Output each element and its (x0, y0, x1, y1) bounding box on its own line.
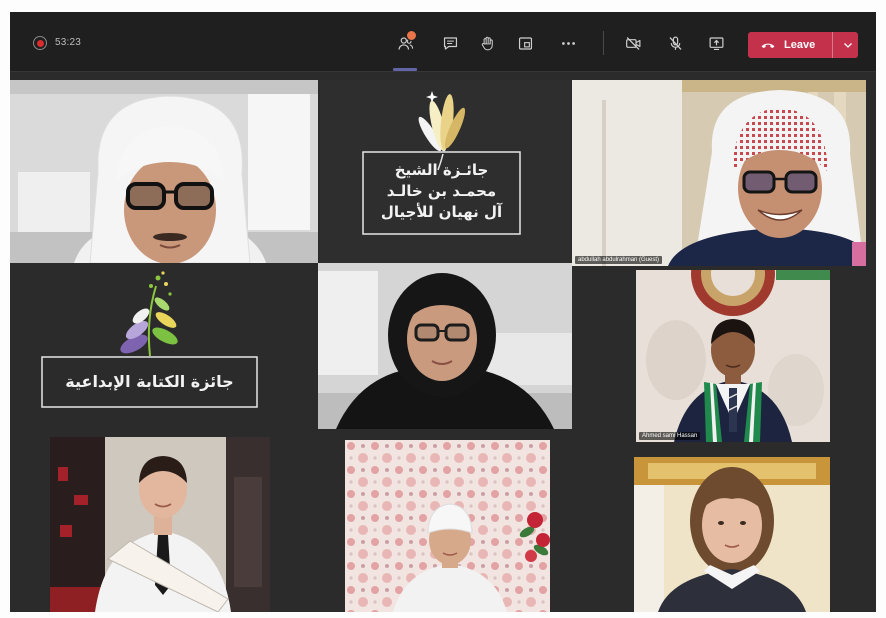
teams-meeting-window: 53:23 Leave جائـزة الشيخ محمـد بن خالـد … (10, 12, 876, 612)
video-tile[interactable] (10, 80, 318, 263)
award-logo-tile[interactable]: جائـزة الشيخ محمـد بن خالـد آل نهيان للأ… (320, 80, 570, 263)
chat-icon (443, 36, 457, 50)
raise-hand-icon (481, 36, 493, 50)
more-actions-button[interactable] (554, 29, 582, 57)
share-content-button[interactable] (702, 29, 730, 57)
notification-badge (406, 30, 417, 41)
toolbar-divider (603, 31, 604, 55)
participant-name-label: abdullah abdulrahman (Guest) (575, 256, 663, 264)
leave-label: Leave (784, 39, 816, 51)
participant-name-label: Ahmed sami Hassan (639, 432, 701, 440)
video-feed (636, 270, 830, 442)
share-screen-icon (709, 36, 723, 50)
writing-award-logo-line: جائزة الكتابة الإبداعية (65, 372, 234, 391)
mic-off-icon (669, 36, 681, 50)
video-feed (572, 80, 866, 266)
video-tile[interactable]: Ahmed sami Hassan (636, 270, 830, 442)
eye (718, 521, 724, 525)
award-logo-line: جائـزة الشيخ (394, 161, 489, 179)
active-tab-indicator (393, 68, 417, 71)
video-tile[interactable] (318, 263, 572, 429)
leave-button-divider (832, 32, 833, 58)
writing-award-logo-tile[interactable]: جائزة الكتابة الإبداعية (10, 264, 318, 432)
video-feed (318, 263, 572, 429)
meeting-toolbar: 53:23 Leave (10, 12, 876, 72)
video-feed (50, 437, 270, 612)
hang-up-icon (761, 43, 775, 49)
chat-button[interactable] (436, 29, 464, 57)
mustache (153, 233, 187, 241)
award-logo-line: محمـد بن خالـد (386, 182, 497, 200)
video-tile[interactable] (50, 437, 270, 612)
award-logo-text: جائـزة الشيخ محمـد بن خالـد آل نهيان للأ… (363, 160, 520, 223)
video-tile[interactable]: abdullah abdulrahman (Guest) (572, 80, 866, 266)
leave-button[interactable]: Leave (748, 32, 858, 58)
writing-award-logo-text: جائزة الكتابة الإبداعية (42, 357, 257, 407)
more-icon (561, 41, 575, 45)
raise-hand-button[interactable] (473, 29, 501, 57)
eye (740, 521, 746, 525)
participants-button[interactable] (391, 29, 419, 57)
screenshot-frame: 53:23 Leave جائـزة الشيخ محمـد بن خالـد … (0, 0, 886, 618)
recording-indicator (33, 36, 47, 50)
breakout-rooms-icon (518, 36, 532, 50)
video-feed (345, 440, 550, 612)
record-icon (36, 39, 44, 47)
video-feed (10, 80, 318, 263)
camera-toggle-button[interactable] (619, 29, 647, 57)
background-object (852, 242, 866, 266)
mic-toggle-button[interactable] (661, 29, 689, 57)
meeting-timer: 53:23 (55, 37, 82, 48)
breakout-rooms-button[interactable] (511, 29, 539, 57)
camera-off-icon (625, 36, 640, 50)
video-tile[interactable] (345, 440, 550, 612)
chevron-down-icon[interactable] (843, 40, 853, 50)
video-tile[interactable] (634, 457, 830, 612)
award-logo-line: آل نهيان للأجيال (380, 203, 503, 221)
video-feed (634, 457, 830, 612)
